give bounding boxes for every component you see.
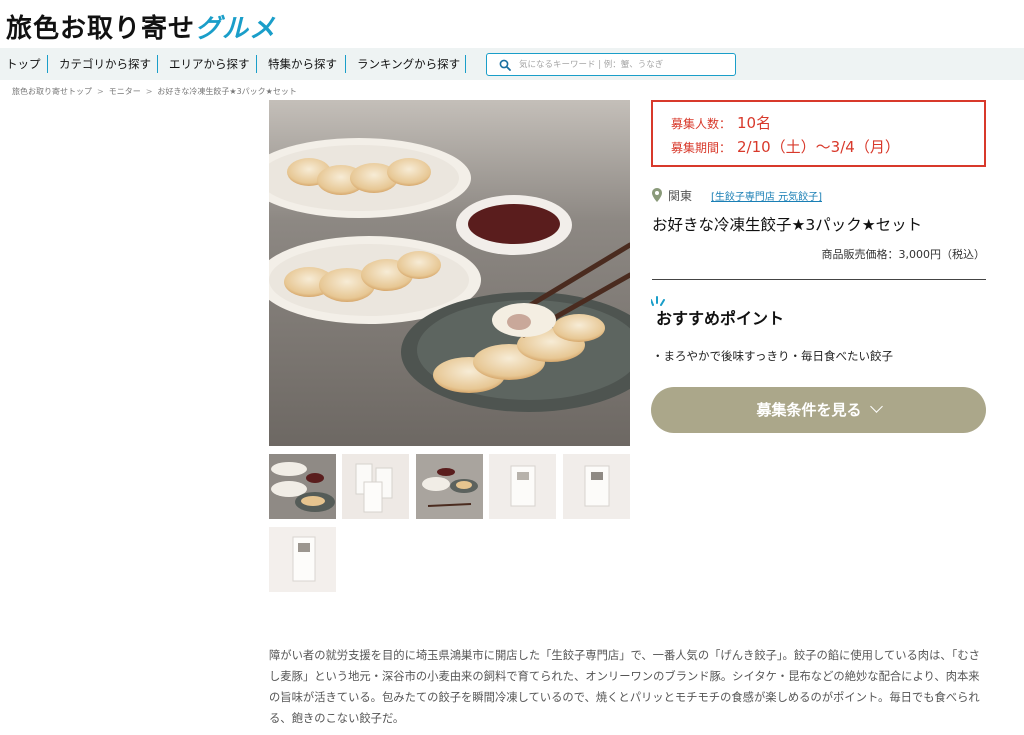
thumbnail-3[interactable] — [416, 454, 483, 519]
section-divider — [652, 279, 986, 280]
nav-item-feature[interactable]: 特集から探す — [268, 56, 337, 72]
site-header: 旅色お取り寄せグルメ — [0, 0, 1024, 48]
breadcrumb-item-top[interactable]: 旅色お取り寄せトップ — [12, 86, 92, 97]
breadcrumb-item-monitor[interactable]: モニター — [109, 86, 141, 97]
recruit-count-label: 募集人数： — [671, 117, 732, 131]
nav-item-top[interactable]: トップ — [6, 56, 41, 72]
search-input[interactable] — [519, 57, 729, 73]
product-main-image — [269, 100, 630, 446]
breadcrumb-item-current: お好きな冷凍生餃子★3パック★セット — [157, 87, 297, 96]
nav-item-category[interactable]: カテゴリから探す — [59, 56, 151, 72]
breadcrumb-separator: > — [97, 87, 104, 96]
search-box[interactable] — [486, 53, 736, 76]
recruit-period-value: 2/10（土）～3/4（月） — [737, 138, 900, 156]
thumbnail-6[interactable] — [269, 527, 336, 592]
nav-item-ranking[interactable]: ランキングから探す — [357, 56, 460, 72]
logo-text-main: 旅色お取り寄せ — [6, 14, 196, 44]
nav-separator — [157, 55, 158, 73]
recruit-period-label: 募集期間： — [671, 141, 732, 155]
recruit-info-box: 募集人数： 10名 募集期間： 2/10（土）～3/4（月） — [651, 100, 986, 167]
logo-text-accent: グルメ — [195, 14, 277, 44]
chevron-down-icon — [869, 400, 883, 413]
global-nav: トップ カテゴリから探す エリアから探す 特集から探す ランキングから探す — [0, 48, 1024, 80]
view-conditions-button[interactable]: 募集条件を見る — [651, 387, 986, 433]
recruit-period-row: 募集期間： 2/10（土）～3/4（月） — [671, 136, 900, 157]
recommend-point: ・まろやかで後味すっきり・毎日食べたい餃子 — [652, 349, 894, 363]
nav-separator — [47, 55, 48, 73]
location-pin-icon — [652, 188, 662, 202]
product-title: お好きな冷凍生餃子★3パック★セット — [652, 216, 923, 234]
thumbnail-2[interactable] — [342, 454, 409, 519]
thumbnail-1[interactable] — [269, 454, 336, 519]
shop-link[interactable]: [生餃子専門店 元気餃子] — [711, 188, 822, 203]
nav-separator — [256, 55, 257, 73]
search-icon[interactable] — [499, 59, 511, 71]
nav-separator — [345, 55, 346, 73]
region-label: 関東 — [668, 189, 693, 203]
thumbnail-5[interactable] — [563, 454, 630, 519]
product-description: 障がい者の就労支援を目的に埼玉県鴻巣市に開店した「生餃子専門店」で、一番人気の「… — [269, 649, 980, 725]
nav-item-area[interactable]: エリアから探す — [169, 56, 250, 72]
product-region: 関東 — [652, 187, 692, 204]
thumbnail-4[interactable] — [489, 454, 556, 519]
site-logo[interactable]: 旅色お取り寄せグルメ — [6, 8, 276, 45]
recommend-heading: おすすめポイント — [656, 309, 785, 328]
breadcrumb-separator: > — [145, 87, 153, 96]
recruit-count-value: 10名 — [737, 114, 772, 132]
nav-separator — [465, 55, 466, 73]
view-conditions-label: 募集条件を見る — [756, 401, 862, 419]
breadcrumb: 旅色お取り寄せトップ > モニター > お好きな冷凍生餃子★3パック★セット — [12, 86, 297, 97]
product-price: 商品販売価格：3,000円（税込） — [821, 248, 986, 261]
recruit-count-row: 募集人数： 10名 — [671, 112, 771, 133]
